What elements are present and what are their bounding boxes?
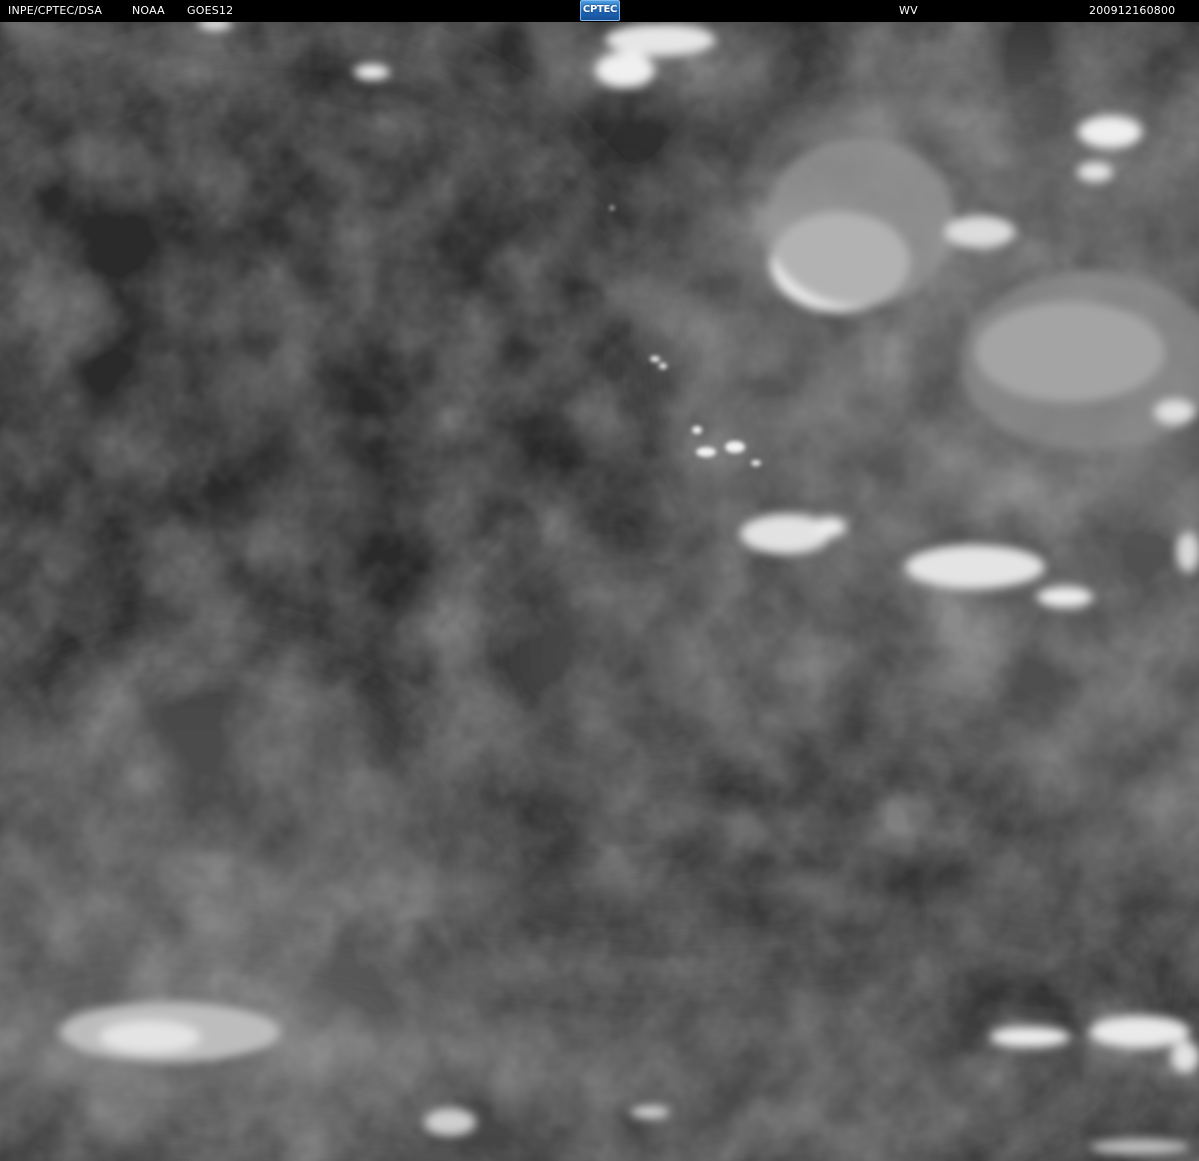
cloud-north-2 [595,52,655,88]
cloud-ne-small-3 [945,216,1015,248]
cloud-far-east [1176,532,1199,572]
cptec-logo-text: CPTEC [582,4,618,15]
cloud-north-4 [354,64,390,80]
cloud-ne-system-outer [765,137,955,307]
satellite-viewer: INPE/CPTEC/DSA NOAA GOES12 CPTEC WV 2009… [0,0,1199,1161]
speck-6 [751,460,761,466]
speck-7 [610,206,614,210]
satellite-label: GOES12 [187,4,234,17]
source-label: INPE/CPTEC/DSA [8,4,103,17]
cloud-southeast-3 [1171,1041,1199,1073]
timestamp-label: 200912160800 [1089,4,1176,17]
header-bar: INPE/CPTEC/DSA NOAA GOES12 CPTEC WV 2009… [0,0,1199,22]
cloud-north-1 [605,24,715,56]
cloud-south-2 [630,1106,670,1118]
cloud-east-band-tail [1037,587,1093,607]
speck-3 [692,426,702,434]
cloud-east-edge [1155,400,1195,424]
cloud-center-east-2 [814,517,846,537]
speck-1 [650,356,660,362]
cloud-southwest-core [100,1021,200,1053]
cloud-southeast-2 [1090,1016,1190,1048]
speck-4 [696,447,716,457]
image-texture [0,22,1199,1161]
speck-5 [725,441,745,453]
speck-2 [659,363,667,369]
cloud-ne-small-2 [1077,162,1113,182]
cloud-south-3 [1090,1139,1190,1155]
cloud-east-band [905,545,1045,589]
cloud-ne-small-1 [1078,116,1142,148]
cptec-logo: CPTEC [580,0,620,21]
channel-label: WV [899,4,918,17]
agency-label: NOAA [132,4,165,17]
cloud-southeast-1 [990,1027,1070,1047]
cloud-center-east-1 [740,514,830,554]
cloud-south-1 [424,1108,476,1136]
satellite-image [0,22,1199,1161]
